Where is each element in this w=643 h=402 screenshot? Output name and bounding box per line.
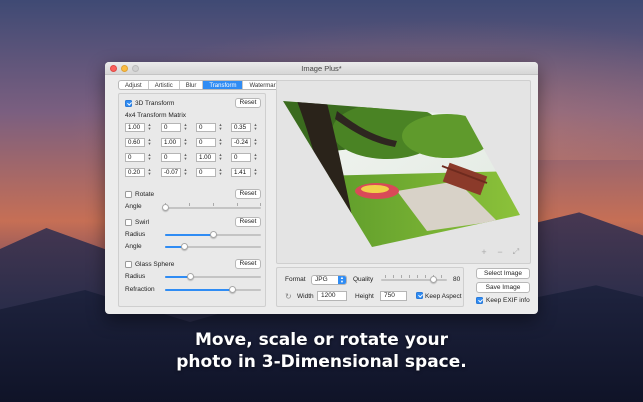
tab-bar: Adjust Artistic Blur Transform Watermark (118, 80, 286, 90)
format-value: JPG (315, 276, 328, 283)
rotate-angle-slider-knob[interactable] (161, 204, 169, 211)
rotate-checkbox[interactable] (125, 191, 132, 198)
rotate-angle-label: Angle (125, 203, 142, 210)
rotate-reset-button[interactable]: Reset (235, 189, 261, 199)
width-field[interactable]: 1200 (317, 291, 347, 301)
matrix-cell-stepper[interactable]: ▲ ▼ (147, 168, 152, 177)
matrix-cell-stepper[interactable]: ▲ ▼ (218, 168, 223, 177)
tab-adjust[interactable]: Adjust (119, 81, 149, 89)
matrix-cell[interactable]: 0.20 (125, 168, 145, 177)
matrix-cell[interactable]: 0.35 (231, 123, 251, 132)
tab-artistic[interactable]: Artistic (149, 81, 180, 89)
swirl-checkbox[interactable] (125, 219, 132, 226)
glass-sphere-label: Glass Sphere (135, 261, 175, 268)
chevron-updown-icon: ▲ ▼ (338, 276, 346, 284)
glass-sphere-radius-label: Radius (125, 273, 146, 280)
matrix-cell[interactable]: 0 (196, 168, 216, 177)
swirl-angle-label: Angle (125, 243, 142, 250)
format-select[interactable]: JPG ▲ ▼ (311, 275, 347, 285)
matrix-cell-stepper[interactable]: ▲ ▼ (183, 123, 188, 132)
glass-sphere-radius-slider[interactable] (165, 273, 261, 280)
width-label: Width (297, 293, 314, 300)
title-bar: Image Plus* (105, 62, 538, 75)
matrix-cell[interactable]: 0 (161, 123, 181, 132)
select-image-button[interactable]: Select Image (476, 268, 530, 279)
transformed-photo (283, 101, 520, 247)
app-window: Image Plus* Adjust Artistic Blur Transfo… (105, 62, 538, 314)
keep-exif-label: Keep EXIF info (486, 297, 530, 304)
matrix-cell[interactable]: 1.00 (196, 153, 216, 162)
glass-sphere-refraction-slider[interactable] (165, 286, 261, 293)
fit-to-window-icon[interactable]: ⤢ (511, 247, 521, 257)
quality-value: 80 (453, 276, 461, 283)
matrix-cell[interactable]: 1.00 (125, 123, 145, 132)
swirl-radius-slider[interactable] (165, 231, 261, 238)
matrix-cell[interactable]: -0.07 (161, 168, 181, 177)
matrix-cell-stepper[interactable]: ▲ ▼ (183, 153, 188, 162)
matrix-cell[interactable]: 0.60 (125, 138, 145, 147)
swirl-label: Swirl (135, 219, 150, 226)
transform-settings-panel: 3D Transform Reset 4x4 Transform Matrix … (118, 93, 266, 307)
format-label: Format (285, 276, 306, 283)
quality-slider-knob[interactable] (430, 276, 438, 283)
tab-blur[interactable]: Blur (180, 81, 204, 89)
quality-slider[interactable] (381, 275, 447, 283)
matrix-cell-stepper[interactable]: ▲ ▼ (253, 123, 258, 132)
link-icon[interactable]: ↻ (285, 292, 292, 301)
glass-sphere-refraction-label: Refraction (125, 286, 155, 293)
quality-label: Quality (353, 276, 374, 283)
zoom-in-icon[interactable]: + (479, 247, 489, 257)
window-title: Image Plus* (301, 64, 342, 73)
matrix-title: 4x4 Transform Matrix (125, 112, 187, 119)
matrix-cell-stepper[interactable]: ▲ ▼ (147, 123, 152, 132)
matrix-cell[interactable]: -0.24 (231, 138, 251, 147)
matrix-cell-stepper[interactable]: ▲ ▼ (183, 138, 188, 147)
swirl-angle-slider-knob[interactable] (180, 243, 188, 250)
matrix-cell[interactable]: 0 (231, 153, 251, 162)
save-image-button[interactable]: Save Image (476, 282, 530, 293)
keep-aspect-label: Keep Aspect (425, 293, 462, 300)
caption-line-1: Move, scale or rotate your (195, 330, 448, 350)
glass-sphere-reset-button[interactable]: Reset (235, 259, 261, 269)
swirl-radius-label: Radius (125, 231, 146, 238)
transform3d-reset-button[interactable]: Reset (235, 98, 261, 108)
swirl-reset-button[interactable]: Reset (235, 217, 261, 227)
glass-sphere-checkbox[interactable] (125, 261, 132, 268)
matrix-cell[interactable]: 0 (196, 138, 216, 147)
rotate-angle-slider[interactable] (161, 203, 261, 211)
zoom-out-icon[interactable]: − (495, 247, 505, 257)
swirl-angle-slider[interactable] (165, 243, 261, 250)
tab-transform[interactable]: Transform (203, 81, 244, 89)
image-preview-canvas[interactable]: + − ⤢ (276, 80, 531, 264)
height-label: Height (355, 293, 374, 300)
keep-exif-checkbox[interactable] (476, 297, 483, 304)
matrix-cell[interactable]: 0 (125, 153, 145, 162)
matrix-cell[interactable]: 0 (196, 123, 216, 132)
matrix-cell[interactable]: 1.41 (231, 168, 251, 177)
keep-aspect-checkbox[interactable] (416, 292, 423, 299)
caption-line-2: photo in 3-Dimensional space. (176, 352, 467, 372)
output-settings-panel: Format JPG ▲ ▼ Quality 80 ↻ Width 1200 He… (276, 267, 464, 307)
matrix-cell-stepper[interactable]: ▲ ▼ (218, 153, 223, 162)
matrix-cell-stepper[interactable]: ▲ ▼ (253, 168, 258, 177)
matrix-cell-stepper[interactable]: ▲ ▼ (183, 168, 188, 177)
glass-sphere-radius-slider-knob[interactable] (187, 273, 195, 280)
matrix-cell[interactable]: 0 (161, 153, 181, 162)
rotate-label: Rotate (135, 191, 155, 198)
matrix-cell[interactable]: 1.00 (161, 138, 181, 147)
matrix-cell-stepper[interactable]: ▲ ▼ (253, 138, 258, 147)
transform3d-label: 3D Transform (135, 100, 175, 107)
matrix-cell-stepper[interactable]: ▲ ▼ (218, 123, 223, 132)
height-field[interactable]: 750 (380, 291, 407, 301)
glass-sphere-refraction-slider-knob[interactable] (228, 286, 236, 293)
transform3d-checkbox[interactable] (125, 100, 132, 107)
matrix-cell-stepper[interactable]: ▲ ▼ (147, 153, 152, 162)
matrix-cell-stepper[interactable]: ▲ ▼ (253, 153, 258, 162)
swirl-radius-slider-knob[interactable] (209, 231, 217, 238)
matrix-cell-stepper[interactable]: ▲ ▼ (147, 138, 152, 147)
matrix-cell-stepper[interactable]: ▲ ▼ (218, 138, 223, 147)
